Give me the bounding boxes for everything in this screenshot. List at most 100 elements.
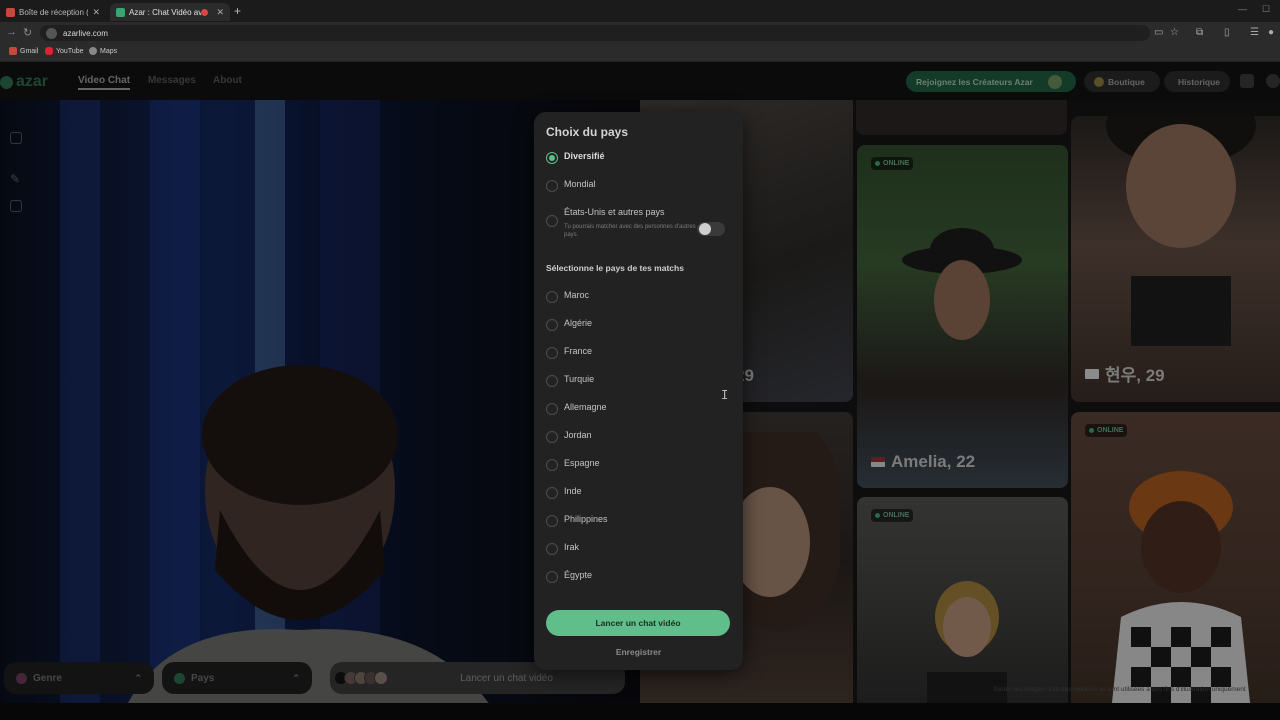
nav-video-chat[interactable]: Video Chat [78,75,131,90]
join-creators-button[interactable]: Rejoignez les Créateurs Azar [906,71,1076,92]
gmail-icon [6,7,15,17]
online-dot-icon [875,513,880,518]
country-label: Turquie [564,374,595,384]
profile-name: Amelia, 22 [871,452,975,472]
radio[interactable] [546,347,558,359]
radio[interactable] [546,215,558,227]
radio-selected[interactable] [546,152,558,164]
minimize-icon[interactable]: — [1238,4,1247,14]
online-badge: ONLINE [871,157,914,170]
url-field[interactable]: azarlive.com [40,25,1150,41]
forward-icon[interactable]: → [6,26,17,38]
country-label: Égypte [564,570,593,580]
country-option[interactable]: Algérie [546,318,592,331]
avatar-stack [334,671,388,685]
radio[interactable] [546,375,558,387]
cast-icon[interactable]: ▭ [1154,27,1163,38]
online-dot-icon [1089,428,1094,433]
radio[interactable] [546,487,558,499]
bookmark-maps[interactable]: Maps [89,47,117,55]
radio[interactable] [546,319,558,331]
profile-card-hyunwoo[interactable]: 현우, 29 [1071,116,1280,402]
radio[interactable] [546,459,558,471]
country-option[interactable]: Égypte [546,570,592,583]
country-selector[interactable]: Pays ⌃ [162,662,312,694]
extensions-icon[interactable]: ⧉ [1196,27,1203,38]
menu-icon[interactable]: ☰ [1250,27,1259,38]
country-option[interactable]: Allemagne [546,402,607,415]
online-label: ONLINE [883,512,910,519]
country-label: Espagne [564,458,600,468]
profile-icon[interactable]: ● [1268,27,1274,38]
radio[interactable] [546,403,558,415]
radio[interactable] [546,431,558,443]
close-tab-icon[interactable]: ✕ [92,7,100,18]
country-option[interactable]: Philippines [546,514,608,527]
tab-azar[interactable]: Azar : Chat Vidéo avec de ✕ [110,3,230,21]
us-option-hint: Tu pourrais matcher avec des personnes d… [564,224,696,238]
reload-icon[interactable]: ↻ [23,26,32,39]
tab-title: Boîte de réception (2 546) - pu [19,7,88,17]
country-choice-modal: Choix du pays Diversifié Mondial États-U… [534,112,743,670]
modal-title: Choix du pays [546,125,629,139]
gender-selector[interactable]: Genre ⌃ [4,662,154,694]
country-option[interactable]: Jordan [546,430,592,443]
new-tab-button[interactable]: + [234,4,241,18]
radio[interactable] [546,571,558,583]
nav-messages[interactable]: Messages [148,75,196,86]
history-button[interactable]: Historique [1164,71,1230,92]
radio[interactable] [546,515,558,527]
online-dot-icon [875,161,880,166]
launch-video-chat-button[interactable]: Lancer un chat vidéo [546,610,730,636]
country-label: Allemagne [564,402,607,412]
country-option[interactable]: Inde [546,486,582,499]
sticker-icon[interactable] [10,200,22,212]
mode-option-global[interactable]: Mondial [546,179,596,192]
launch-chat-label: Lancer un chat vidéo [460,672,553,684]
logo-text: azar [16,73,49,90]
profile-card[interactable]: ONLINE [1071,412,1280,703]
site-info-icon[interactable] [46,27,57,39]
mode-option-diversified[interactable]: Diversifié [546,151,605,164]
user-avatar-icon[interactable] [1266,74,1280,88]
tab-gmail[interactable]: Boîte de réception (2 546) - pu ✕ [0,3,106,21]
radio[interactable] [546,543,558,555]
shop-button[interactable]: Boutique [1084,71,1160,92]
sidebar-icon[interactable]: ▯ [1224,27,1230,38]
profile-name-text: Amelia, 22 [891,452,976,471]
profile-photo [1106,116,1256,346]
bookmark-gmail[interactable]: Gmail [9,47,38,55]
nav-about[interactable]: About [213,75,242,86]
creators-avatar-icon [1048,74,1062,89]
heart-icon [1094,76,1104,87]
profile-photo [927,581,1007,703]
profile-card[interactable]: ONLINE [857,497,1068,703]
us-toggle[interactable] [697,222,725,236]
country-option[interactable]: Espagne [546,458,600,471]
profile-card-amelia[interactable]: ONLINE Amelia, 22 [857,145,1068,488]
country-option[interactable]: Turquie [546,374,594,387]
country-option[interactable]: Irak [546,542,579,555]
inbox-icon[interactable] [1240,74,1254,88]
country-label: Algérie [564,318,593,328]
maximize-icon[interactable]: ☐ [1262,4,1270,15]
country-label: Pays [191,672,215,684]
globe-icon [174,672,185,684]
country-label: Maroc [564,290,590,300]
close-tab-icon[interactable]: ✕ [216,7,224,18]
save-button[interactable]: Enregistrer [534,647,743,657]
effects-icon[interactable] [10,132,22,144]
chevron-up-icon: ⌃ [134,672,142,683]
radio[interactable] [546,180,558,192]
country-option[interactable]: France [546,346,592,359]
profile-name-text: 현우, 29 [1105,366,1165,385]
profile-card[interactable] [856,100,1067,135]
radio[interactable] [546,291,558,303]
bookmark-star-icon[interactable]: ☆ [1170,27,1179,38]
bookmark-label: Maps [100,47,118,55]
azar-logo[interactable]: azar [0,73,48,91]
magic-wand-icon[interactable]: ✎ [10,172,22,186]
bookmark-youtube[interactable]: YouTube [45,47,84,55]
mode-label: États-Unis et autres pays [564,207,665,217]
country-option[interactable]: Maroc [546,290,589,303]
